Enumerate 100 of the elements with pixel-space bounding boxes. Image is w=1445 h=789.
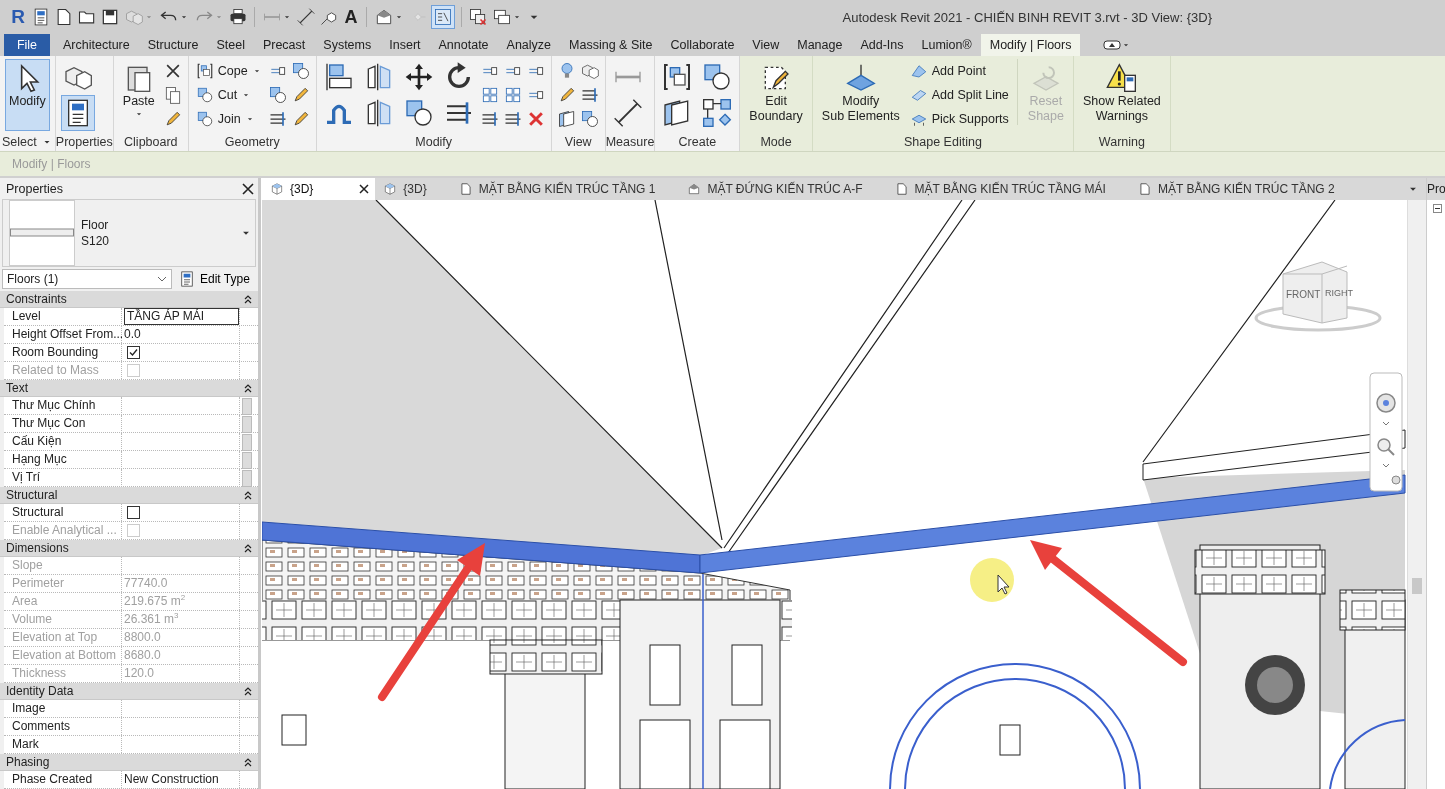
- new-file-icon: [894, 182, 909, 196]
- group-header[interactable]: Text: [0, 380, 258, 398]
- ribbon-tab[interactable]: Analyze: [497, 34, 561, 56]
- cubes-icon: [124, 7, 144, 27]
- group-title: Text: [6, 381, 28, 396]
- collapse-icon[interactable]: [244, 757, 252, 767]
- viewcube-drawing[interactable]: [1254, 261, 1382, 332]
- group-header[interactable]: Constraints: [0, 291, 258, 309]
- scroll-thumb[interactable]: [1412, 578, 1422, 594]
- ribbon-button[interactable]: Edit Boundary: [745, 59, 807, 131]
- app-logo[interactable]: R: [8, 6, 28, 28]
- property-sheet-icon: [178, 270, 196, 288]
- windows-icon: [492, 7, 512, 27]
- ribbon-tab[interactable]: Lumion®: [912, 34, 981, 56]
- ribbon-tab[interactable]: Collaborate: [661, 34, 744, 56]
- property-field[interactable]: TẦNG ÁP MÁI: [124, 308, 239, 326]
- toggle-button[interactable]: [431, 5, 455, 29]
- ribbon-button[interactable]: Cope: [193, 59, 264, 83]
- scrollbar[interactable]: [1407, 200, 1426, 789]
- viewcube-face-label[interactable]: RIGHT: [1325, 288, 1353, 298]
- shapes-icon[interactable]: [267, 85, 288, 105]
- warning-icon: [1105, 62, 1138, 94]
- document-tab[interactable]: MẶT BẰNG KIẾN TRÚC TẦNG 2: [1129, 178, 1345, 200]
- ribbon-tab[interactable]: File: [4, 34, 50, 56]
- property-label: Elevation at Top: [4, 629, 122, 647]
- window-title: Autodesk Revit 2021 - CHIẾN BINH REVIT 3.rvt - 3D View: {3D}: [842, 9, 1212, 25]
- ribbon-button[interactable]: Join: [193, 107, 264, 131]
- ribbon-button[interactable]: Cut: [193, 83, 264, 107]
- cubes-icon[interactable]: [579, 61, 600, 81]
- collapse-icon[interactable]: [244, 543, 252, 553]
- ribbon-tab[interactable]: Massing & Site: [560, 34, 662, 56]
- ribbon-tab[interactable]: Precast: [253, 34, 315, 56]
- selected-floor[interactable]: [262, 474, 1406, 574]
- group-title: Phasing: [6, 755, 50, 770]
- group-header[interactable]: Structural: [0, 487, 258, 505]
- house-icon: [374, 7, 394, 27]
- property-label: Room Bounding: [4, 344, 122, 362]
- collapse-icon[interactable]: [244, 686, 252, 696]
- ribbon-tab[interactable]: Systems: [314, 34, 381, 56]
- ribbon-tab[interactable]: Add-Ins: [851, 34, 913, 56]
- edit-type-button[interactable]: Edit Type: [178, 270, 250, 288]
- panel-title: Measure: [605, 134, 655, 149]
- panel-title: Pro: [1427, 182, 1445, 196]
- ribbon-tab[interactable]: Annotate: [429, 34, 498, 56]
- ribbon-tab[interactable]: View: [743, 34, 789, 56]
- document-tab[interactable]: MẶT BẰNG KIẾN TRÚC TẦNG 1: [450, 178, 666, 200]
- text-tool-button[interactable]: A: [342, 6, 360, 28]
- wedge-icon: [909, 62, 928, 80]
- property-label: Height Offset From...: [4, 326, 122, 344]
- cube-icon: [270, 182, 284, 196]
- ribbon-tab[interactable]: Insert: [380, 34, 430, 56]
- panel-title: Properties: [55, 134, 113, 149]
- document-tab[interactable]: {3D}: [262, 178, 376, 200]
- close-windows-icon[interactable]: [468, 7, 488, 27]
- type-selector[interactable]: Floor S120: [2, 198, 256, 267]
- viewcube-face-label[interactable]: FRONT: [1286, 289, 1321, 300]
- ribbon-button[interactable]: Show Related Warnings: [1079, 59, 1165, 131]
- floor-section-icon: [10, 227, 74, 238]
- ribbon-button[interactable]: Add Point: [907, 59, 1011, 83]
- close-icon[interactable]: [359, 184, 370, 194]
- ribbon-button[interactable]: Paste: [118, 59, 159, 131]
- navigation-bar[interactable]: [1369, 372, 1403, 492]
- panel-toggle-icon: [1103, 39, 1122, 51]
- checkbox[interactable]: [127, 506, 140, 520]
- tool-button[interactable]: [60, 95, 95, 131]
- shapes-icon[interactable]: [579, 109, 600, 129]
- ribbon-tab[interactable]: Manage: [788, 34, 852, 56]
- ribbon-tab[interactable]: Steel: [207, 34, 254, 56]
- property-label: Volume: [4, 611, 122, 629]
- document-tab[interactable]: {3D}: [375, 178, 437, 200]
- group-header[interactable]: Dimensions: [0, 540, 258, 558]
- filter-dropdown[interactable]: Floors (1): [2, 269, 172, 289]
- ribbon-button[interactable]: Add Split Line: [907, 83, 1011, 107]
- checkbox[interactable]: [127, 346, 140, 360]
- ribbon-tab[interactable]: Structure: [138, 34, 208, 56]
- ribbon-button[interactable]: Modify Sub Elements: [817, 59, 904, 131]
- ribbon-tab[interactable]: Modify | Floors: [980, 34, 1081, 56]
- layers-icon[interactable]: [556, 109, 577, 129]
- panel-title: Properties: [6, 182, 63, 197]
- document-tab[interactable]: MẶT BẰNG KIẾN TRÚC TẦNG MÁI: [886, 178, 1116, 200]
- collapse-icon[interactable]: [244, 490, 252, 500]
- collapse-icon[interactable]: [244, 383, 252, 393]
- bracket-icon: [195, 62, 214, 80]
- property-label: Image: [4, 700, 122, 718]
- collapse-icon[interactable]: [244, 294, 252, 304]
- property-value: 8680.0: [124, 648, 161, 663]
- document-tab[interactable]: MẶT ĐỨNG KIẾN TRÚC A-F: [679, 178, 873, 200]
- close-icon[interactable]: [242, 183, 254, 196]
- group-header[interactable]: Identity Data: [0, 683, 258, 701]
- collapse-icon[interactable]: [1433, 204, 1442, 213]
- measure-icon[interactable]: [296, 7, 316, 27]
- ribbon-button[interactable]: Pick Supports: [907, 107, 1011, 131]
- print-icon[interactable]: [228, 7, 248, 27]
- group-header[interactable]: Phasing: [0, 754, 258, 771]
- save-icon[interactable]: [100, 7, 120, 27]
- shapes-icon[interactable]: [290, 61, 311, 81]
- ribbon-button[interactable]: Modify: [5, 59, 50, 131]
- ribbon-tab[interactable]: Architecture: [54, 34, 139, 56]
- type-name: S120: [81, 233, 111, 248]
- property-value: 8800.0: [124, 630, 161, 645]
